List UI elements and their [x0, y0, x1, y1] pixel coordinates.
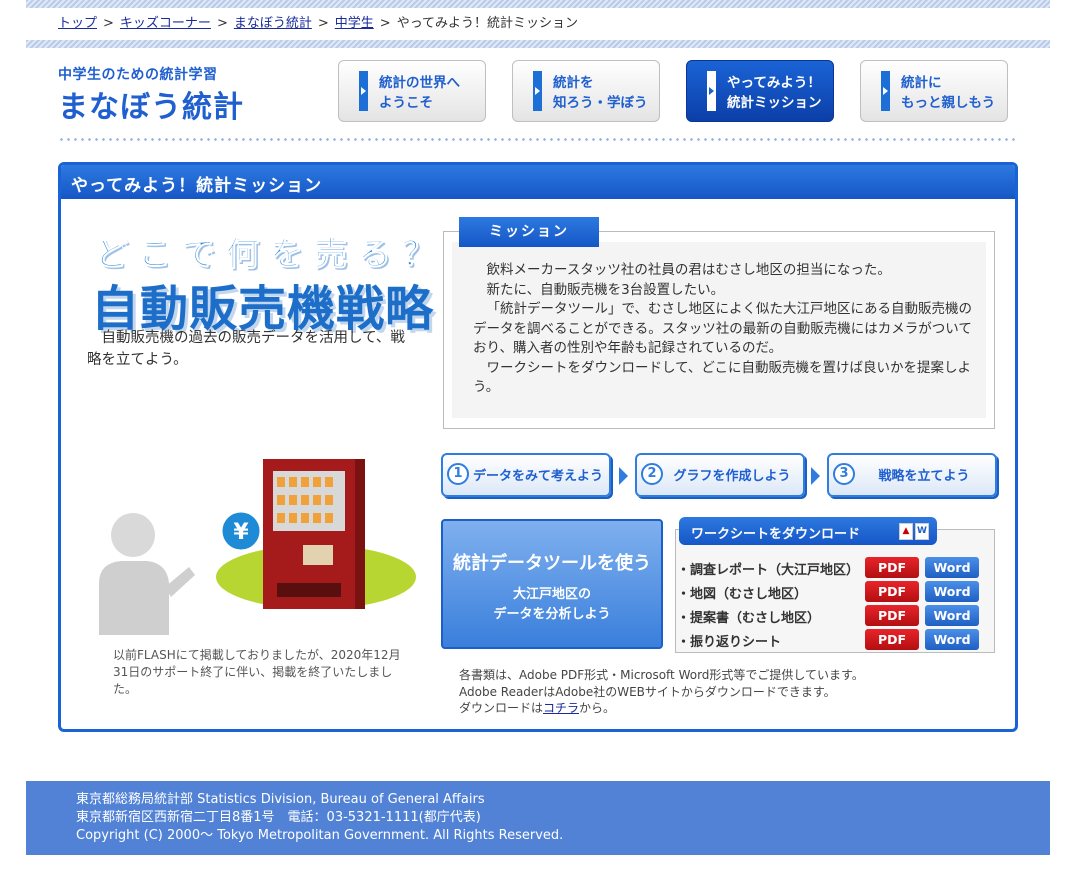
pdf-download-button[interactable]: PDF: [865, 605, 919, 626]
stat-data-tool-button[interactable]: 統計データツールを使う 大江戸地区の データを分析しよう: [441, 519, 663, 649]
format-notice: 各書類は、Adobe PDF形式・Microsoft Word形式等でご提供して…: [459, 668, 864, 715]
nav-arrow-icon: [707, 71, 716, 111]
svg-text:¥: ¥: [233, 520, 249, 545]
download-row: ・提案書（むさし地区） PDF Word: [677, 605, 995, 627]
word-download-button[interactable]: Word: [925, 605, 979, 626]
nav-mission-button[interactable]: やってみよう！ 統計ミッション: [686, 60, 834, 122]
nav-arrow-icon: [533, 71, 542, 111]
word-download-button[interactable]: Word: [925, 629, 979, 650]
nav-welcome-button[interactable]: 統計の世界へ ようこそ: [338, 60, 486, 122]
flash-end-notice: 以前FLASHにて掲載しておりましたが、2020年12月31日のサポート終了に伴…: [113, 648, 401, 696]
breadcrumb-junior-link[interactable]: 中学生: [335, 16, 374, 31]
panel-title: やってみよう！統計ミッション: [61, 165, 1015, 199]
nav-learn-button[interactable]: 統計を 知ろう・学ぼう: [512, 60, 660, 122]
person-icon: [99, 513, 195, 635]
step-2: 2 グラフを作成しよう: [635, 453, 805, 497]
download-row: ・調査レポート（大江戸地区） PDF Word: [677, 557, 995, 579]
nav-familiar-button[interactable]: 統計に もっと親しもう: [860, 60, 1008, 122]
hero-description: 自動販売機の過去の販売データを活用して、戦略を立てよう。: [87, 330, 405, 368]
pdf-download-button[interactable]: PDF: [865, 629, 919, 650]
mission-text: 飲料メーカースタッツ社の社員の君はむさし地区の担当になった。 新たに、自動販売機…: [473, 262, 972, 395]
step-arrow-icon: [811, 467, 820, 485]
site-footer: 東京都総務局統計部 Statistics Division, Bureau of…: [26, 781, 1050, 855]
mission-tab-label: ミッション: [459, 217, 599, 247]
vending-machine-icon: [263, 459, 365, 609]
breadcrumb: トップ > キッズコーナー > まなぼう統計 > 中学生 > やってみよう！統計ミッション: [58, 16, 579, 31]
breadcrumb-manabou-link[interactable]: まなぼう統計: [234, 16, 312, 31]
word-file-icon: W: [915, 523, 929, 540]
word-download-button[interactable]: Word: [925, 581, 979, 602]
mission-panel: やってみよう！統計ミッション どこで何を売る？ 自動販売機戦略 自動販売機の過去…: [58, 162, 1018, 732]
hero-tagline: どこで何を売る？: [94, 234, 447, 274]
breadcrumb-kids-link[interactable]: キッズコーナー: [120, 16, 211, 31]
top-stripe: [26, 0, 1050, 8]
nav-arrow-icon: [881, 71, 890, 111]
step-3: 3 戦略を立てよう: [827, 453, 997, 497]
yen-coin-icon: ¥: [219, 509, 263, 553]
download-row: ・地図（むさし地区） PDF Word: [677, 581, 995, 603]
vending-machine-illustration: ¥: [99, 459, 416, 635]
site-logo[interactable]: 中学生のための統計学習 まなぼう統計: [58, 64, 244, 126]
pdf-file-icon: ▲: [899, 523, 913, 540]
step-arrow-icon: [619, 467, 628, 485]
download-row: ・振り返りシート PDF Word: [677, 629, 995, 651]
logo-subtitle: 中学生のための統計学習: [58, 67, 218, 83]
footer-org: 東京都総務局統計部 Statistics Division, Bureau of…: [76, 792, 485, 807]
footer-address: 東京都新宿区西新宿二丁目8番1号 電話：03-5321-1111(都庁代表): [76, 810, 481, 825]
breadcrumb-current: やってみよう！統計ミッション: [396, 16, 579, 31]
adobe-download-link[interactable]: コチラ: [543, 701, 579, 715]
footer-copyright: Copyright (C) 2000〜 Tokyo Metropolitan G…: [76, 828, 564, 843]
header-stripe: [26, 40, 1050, 48]
download-header: ワークシートをダウンロード ▲ W: [679, 517, 937, 545]
dotted-divider: [58, 138, 1016, 141]
breadcrumb-top-link[interactable]: トップ: [58, 16, 97, 31]
nav-arrow-icon: [359, 71, 368, 111]
pdf-download-button[interactable]: PDF: [865, 581, 919, 602]
step-1: 1 データをみて考えよう: [441, 453, 611, 497]
word-download-button[interactable]: Word: [925, 557, 979, 578]
logo-title: まなぼう統計: [58, 90, 244, 125]
pdf-download-button[interactable]: PDF: [865, 557, 919, 578]
